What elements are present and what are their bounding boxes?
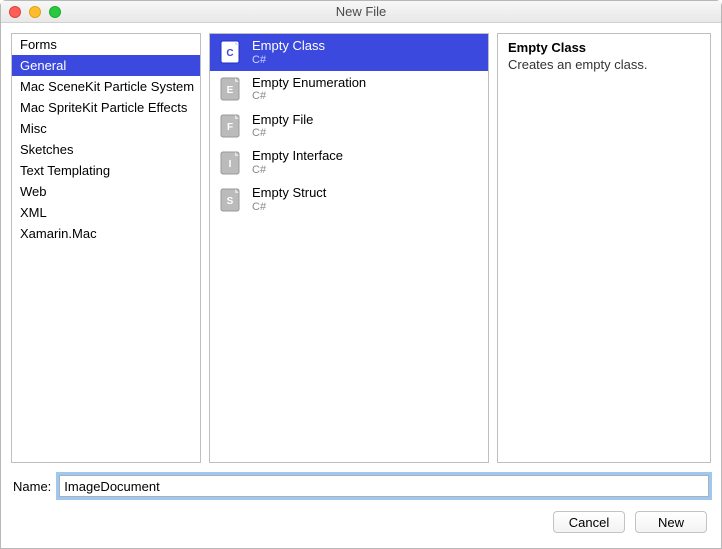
name-input[interactable] <box>59 475 709 497</box>
template-list[interactable]: C Empty ClassC# E Empty EnumerationC# F … <box>209 33 489 463</box>
template-subtitle: C# <box>252 54 325 67</box>
category-list[interactable]: FormsGeneralMac SceneKit Particle System… <box>11 33 201 463</box>
button-row: Cancel New <box>1 497 721 543</box>
category-item[interactable]: Misc <box>12 118 200 139</box>
template-item[interactable]: F Empty FileC# <box>210 108 488 145</box>
template-title: Empty File <box>252 112 313 128</box>
file-icon: I <box>218 150 244 176</box>
svg-text:F: F <box>227 122 233 133</box>
svg-text:C: C <box>226 48 233 59</box>
category-item[interactable]: Text Templating <box>12 160 200 181</box>
name-row: Name: <box>1 463 721 497</box>
file-icon: F <box>218 113 244 139</box>
minimize-window-button[interactable] <box>29 6 41 18</box>
file-icon: S <box>218 187 244 213</box>
file-icon: E <box>218 76 244 102</box>
category-item[interactable]: Forms <box>12 34 200 55</box>
titlebar: New File <box>1 1 721 23</box>
zoom-window-button[interactable] <box>49 6 61 18</box>
category-item[interactable]: Sketches <box>12 139 200 160</box>
template-item[interactable]: E Empty EnumerationC# <box>210 71 488 108</box>
category-item[interactable]: Web <box>12 181 200 202</box>
description-title: Empty Class <box>508 40 700 55</box>
template-item[interactable]: S Empty StructC# <box>210 181 488 218</box>
description-panel: Empty Class Creates an empty class. <box>497 33 711 463</box>
description-text: Creates an empty class. <box>508 57 700 72</box>
category-item[interactable]: Mac SceneKit Particle System <box>12 76 200 97</box>
category-item[interactable]: Xamarin.Mac <box>12 223 200 244</box>
name-label: Name: <box>13 479 51 494</box>
template-subtitle: C# <box>252 164 343 177</box>
content-area: FormsGeneralMac SceneKit Particle System… <box>1 23 721 463</box>
svg-text:E: E <box>227 85 234 96</box>
new-button[interactable]: New <box>635 511 707 533</box>
template-item[interactable]: C Empty ClassC# <box>210 34 488 71</box>
template-subtitle: C# <box>252 201 326 214</box>
template-title: Empty Class <box>252 38 325 54</box>
traffic-lights <box>9 6 61 18</box>
svg-text:I: I <box>229 159 232 170</box>
category-item[interactable]: XML <box>12 202 200 223</box>
close-window-button[interactable] <box>9 6 21 18</box>
template-title: Empty Enumeration <box>252 75 366 91</box>
template-subtitle: C# <box>252 127 313 140</box>
template-item[interactable]: I Empty InterfaceC# <box>210 144 488 181</box>
file-icon: C <box>218 39 244 65</box>
category-item[interactable]: Mac SpriteKit Particle Effects <box>12 97 200 118</box>
window-title: New File <box>1 4 721 19</box>
template-title: Empty Struct <box>252 185 326 201</box>
svg-text:S: S <box>227 196 234 207</box>
template-title: Empty Interface <box>252 148 343 164</box>
template-subtitle: C# <box>252 90 366 103</box>
cancel-button[interactable]: Cancel <box>553 511 625 533</box>
category-item[interactable]: General <box>12 55 200 76</box>
